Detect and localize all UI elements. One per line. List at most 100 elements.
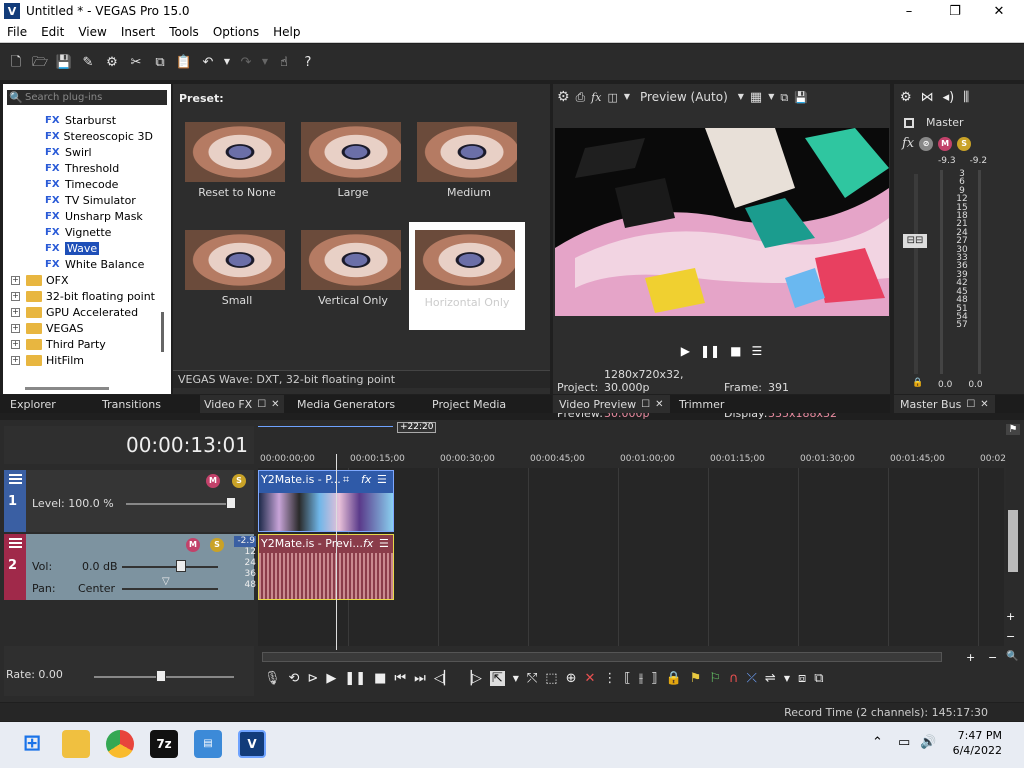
- undock-icon[interactable]: ☐: [641, 399, 650, 410]
- volume-slider-handle[interactable]: [176, 560, 186, 572]
- plugin-vertical-scrollbar[interactable]: [161, 312, 164, 352]
- tab-project-media[interactable]: Project Media: [432, 395, 506, 413]
- plugin-item[interactable]: FX Stereoscopic 3D A: [3, 128, 155, 144]
- clip-menu-icon[interactable]: ☰: [379, 537, 389, 550]
- close-button[interactable]: ✕: [976, 0, 1022, 22]
- pan-slider[interactable]: [122, 588, 218, 590]
- overlays-grid-icon[interactable]: ▦: [750, 91, 762, 104]
- menu-view[interactable]: View: [71, 25, 113, 39]
- timeline-horizontal-scrollbar[interactable]: [262, 652, 942, 662]
- plugin-item[interactable]: FX Swirl: [3, 144, 155, 160]
- video-output-icon[interactable]: ⎙: [576, 91, 586, 103]
- plugin-item[interactable]: FX White Balance: [3, 256, 155, 272]
- split-dropdown-icon[interactable]: ▼: [624, 93, 630, 101]
- mute-icon[interactable]: M: [938, 136, 953, 151]
- save-as-icon[interactable]: ✎: [78, 52, 98, 72]
- video-track-header[interactable]: 1 M S Level: 100.0 %: [4, 470, 254, 532]
- copy-icon[interactable]: ⧉: [150, 52, 170, 72]
- expand-icon[interactable]: +: [11, 339, 20, 349]
- pause-icon[interactable]: ❚❚: [344, 671, 366, 686]
- track-menu-icon[interactable]: [9, 474, 22, 484]
- undo-dropdown-icon[interactable]: ▼: [222, 52, 232, 72]
- playhead-cursor[interactable]: [336, 454, 337, 650]
- start-windows-icon[interactable]: ⊞: [18, 730, 46, 758]
- plugin-item[interactable]: FX TV Simulator: [3, 192, 155, 208]
- save-icon[interactable]: 💾: [54, 52, 74, 72]
- preset-horizontal-only[interactable]: Horizontal Only: [409, 222, 525, 330]
- normal-edit-tool-icon[interactable]: ⇱: [489, 670, 505, 686]
- trim-icon[interactable]: ⋮: [603, 671, 616, 686]
- plugin-item[interactable]: FX Unsharp Mask: [3, 208, 155, 224]
- redo-dropdown-icon[interactable]: ▼: [260, 52, 270, 72]
- help-icon[interactable]: ?: [298, 52, 318, 72]
- preset-large[interactable]: Large: [295, 118, 411, 226]
- master-fader-track[interactable]: [914, 174, 918, 374]
- expand-icon[interactable]: +: [11, 307, 20, 317]
- maximize-button[interactable]: ❐: [932, 0, 978, 22]
- expand-icon[interactable]: +: [11, 323, 20, 333]
- properties-gear-icon[interactable]: ⚙: [102, 52, 122, 72]
- rate-slider-handle[interactable]: [156, 670, 166, 682]
- expand-icon[interactable]: +: [11, 275, 20, 285]
- file-explorer-icon[interactable]: [62, 730, 90, 758]
- dim-output-icon[interactable]: ◂): [943, 90, 955, 105]
- level-slider-handle[interactable]: [226, 497, 236, 509]
- master-fx-icon[interactable]: fx: [902, 136, 914, 151]
- paste-icon[interactable]: 📋: [174, 52, 194, 72]
- downmix-icon[interactable]: ⋈: [921, 90, 934, 105]
- play-icon[interactable]: ▶: [326, 671, 336, 686]
- track-mute-icon[interactable]: M: [186, 538, 200, 552]
- undo-icon[interactable]: ↶: [198, 52, 218, 72]
- preset-vertical-only[interactable]: Vertical Only: [295, 226, 411, 334]
- tab-transitions[interactable]: Transitions: [102, 395, 161, 413]
- trim-start-icon[interactable]: ⟦: [624, 671, 630, 686]
- auto-ripple-icon[interactable]: ⤫: [747, 671, 757, 686]
- track-solo-icon[interactable]: S: [210, 538, 224, 552]
- preset-reset-to-none[interactable]: Reset to None: [179, 118, 295, 226]
- split-icon[interactable]: ⫲: [639, 671, 643, 686]
- cursor-timecode[interactable]: 00:00:13:01: [4, 426, 254, 464]
- level-slider[interactable]: [126, 503, 236, 505]
- search-plugins-input[interactable]: 🔍 Search plug-ins: [7, 90, 167, 105]
- master-settings-gear-icon[interactable]: ⚙: [900, 90, 912, 105]
- plugin-horizontal-scrollbar[interactable]: [25, 387, 109, 390]
- record-icon[interactable]: 🎙: [264, 671, 281, 686]
- clip-fx-icon[interactable]: fx: [363, 537, 373, 550]
- selection-tool-icon[interactable]: ⬚: [545, 671, 557, 686]
- audio-clip[interactable]: Y2Mate.is - Previ... fx ☰: [258, 534, 394, 600]
- preset-small[interactable]: Small: [179, 226, 295, 334]
- zoom-out-vertical-icon[interactable]: −: [1006, 630, 1015, 643]
- tab-trimmer[interactable]: Trimmer: [679, 395, 724, 413]
- new-file-icon[interactable]: 🗋: [6, 52, 26, 72]
- preview-menu-icon[interactable]: ☰: [751, 344, 762, 358]
- close-tab-icon[interactable]: ✕: [655, 399, 663, 410]
- go-to-end-icon[interactable]: ⏭: [414, 671, 426, 686]
- timeline-vertical-scrollbar[interactable]: [1006, 450, 1020, 574]
- insert-region-icon[interactable]: ⚐: [709, 671, 721, 686]
- menu-tools[interactable]: Tools: [162, 25, 206, 39]
- plugin-folder[interactable]: +32-bit floating point: [3, 288, 155, 304]
- plugin-folder[interactable]: + VEGAS: [3, 320, 155, 336]
- envelope-tool-icon[interactable]: ⤲: [527, 671, 537, 686]
- clip-menu-icon[interactable]: ☰: [377, 473, 387, 486]
- next-frame-icon[interactable]: ▕▷: [462, 671, 482, 686]
- minimize-button[interactable]: –: [886, 0, 932, 22]
- crossfade-dropdown-icon[interactable]: ▼: [784, 674, 790, 683]
- plugin-folder[interactable]: + HitFilm: [3, 352, 155, 368]
- loop-playback-icon[interactable]: ⟲: [289, 671, 300, 686]
- volume-slider[interactable]: [122, 566, 218, 568]
- bypass-fx-icon[interactable]: ⊘: [919, 136, 934, 151]
- track-mute-icon[interactable]: M: [206, 474, 220, 488]
- pan-slider-handle[interactable]: ▽: [162, 576, 170, 587]
- plugin-item[interactable]: FX Vignette: [3, 224, 155, 240]
- cut-icon[interactable]: ✂: [126, 52, 146, 72]
- go-to-start-icon[interactable]: ⏮: [394, 671, 406, 686]
- tab-media-generators[interactable]: Media Generators: [297, 395, 395, 413]
- trim-end-icon[interactable]: ⟧: [651, 671, 657, 686]
- lock-icon[interactable]: 🔒: [912, 378, 923, 388]
- split-screen-icon[interactable]: ◫: [607, 92, 617, 103]
- copy-snapshot-icon[interactable]: ⧉: [780, 92, 788, 103]
- tab-explorer[interactable]: Explorer: [10, 395, 56, 413]
- clip-fx-icon[interactable]: fx: [361, 473, 371, 486]
- vegas-app-icon[interactable]: V: [4, 3, 20, 19]
